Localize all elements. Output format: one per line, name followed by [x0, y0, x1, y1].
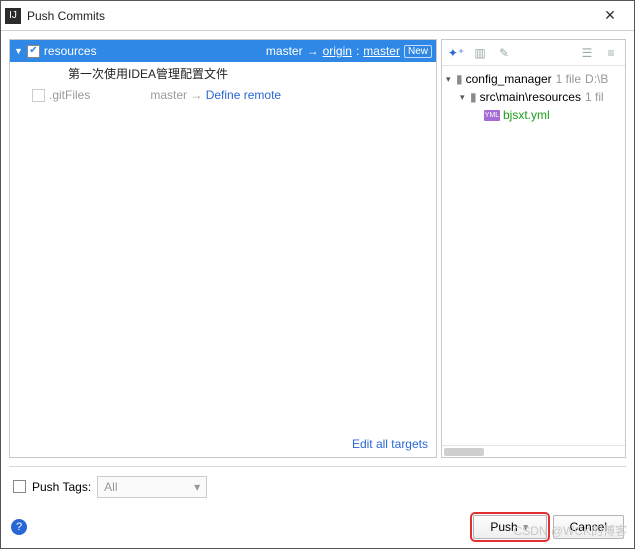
content-area: ▼ resources master → origin : master New… [1, 31, 634, 458]
commit-row[interactable]: 第一次使用IDEA管理配置文件 [10, 62, 436, 84]
commits-panel: ▼ resources master → origin : master New… [9, 39, 437, 458]
chevron-down-icon[interactable]: ▼ [14, 46, 23, 56]
remote-name[interactable]: origin [323, 44, 352, 58]
push-button-label: Push [490, 520, 517, 534]
files-panel: ✦⁺ ▥ ✎ ☰ ≡ ▾ ▮ config_manager 1 file D:\… [441, 39, 626, 458]
node-path: D:\B [585, 72, 608, 86]
collapse-icon[interactable]: ≡ [603, 45, 619, 61]
repo-checkbox[interactable] [32, 89, 45, 102]
remote-branch[interactable]: master [363, 44, 400, 58]
commit-message: 第一次使用IDEA管理配置文件 [68, 65, 228, 82]
commit-icon[interactable]: ✦⁺ [448, 45, 464, 61]
node-meta: 1 fil [585, 90, 604, 104]
edit-all-targets-link[interactable]: Edit all targets [10, 431, 436, 457]
dropdown-value: All [104, 480, 117, 494]
horizontal-scrollbar[interactable] [442, 445, 625, 457]
chevron-down-icon[interactable]: ▼ [522, 523, 530, 532]
repo-checkbox[interactable] [27, 45, 40, 58]
chevron-down-icon: ▾ [194, 480, 200, 494]
new-badge: New [404, 45, 432, 58]
push-tags-label: Push Tags: [32, 480, 91, 494]
node-label: config_manager [466, 72, 552, 86]
folder-icon: ▮ [456, 72, 463, 86]
window-title: Push Commits [27, 9, 590, 23]
file-name: bjsxt.yml [503, 108, 550, 122]
node-meta: 1 file [556, 72, 581, 86]
files-toolbar: ✦⁺ ▥ ✎ ☰ ≡ [442, 40, 625, 66]
edit-icon[interactable]: ✎ [496, 45, 512, 61]
push-button[interactable]: Push ▼ [473, 515, 546, 539]
local-branch: master [266, 44, 303, 58]
push-tags-checkbox[interactable] [13, 480, 26, 493]
chevron-down-icon[interactable]: ▾ [460, 92, 470, 103]
push-tags-dropdown[interactable]: All ▾ [97, 476, 207, 498]
node-label: src\main\resources [480, 90, 581, 104]
repo-name: resources [44, 44, 97, 58]
cancel-button[interactable]: Cancel [553, 515, 624, 539]
group-icon[interactable]: ▥ [472, 45, 488, 61]
button-bar: ? Push ▼ Cancel [1, 506, 634, 548]
help-icon[interactable]: ? [11, 519, 27, 535]
tree-node-project[interactable]: ▾ ▮ config_manager 1 file D:\B [446, 70, 625, 88]
arrow-icon: → [190, 88, 202, 102]
app-logo-icon: IJ [5, 8, 21, 24]
title-bar: IJ Push Commits ✕ [1, 1, 634, 31]
cancel-button-label: Cancel [570, 520, 607, 534]
tree-node-file[interactable]: YML bjsxt.yml [446, 106, 625, 124]
repo-name: .gitFiles [49, 88, 90, 102]
repo-row-resources[interactable]: ▼ resources master → origin : master New [10, 40, 436, 62]
close-icon[interactable]: ✕ [590, 7, 630, 24]
yml-file-icon: YML [484, 110, 500, 121]
tree-node-folder[interactable]: ▾ ▮ src\main\resources 1 fil [446, 88, 625, 106]
scrollbar-thumb[interactable] [444, 448, 484, 456]
arrow-icon: → [307, 44, 319, 58]
chevron-down-icon[interactable]: ▾ [446, 74, 456, 85]
repo-row-gitfiles[interactable]: .gitFiles master → Define remote [10, 84, 436, 106]
local-branch: master [150, 88, 187, 102]
options-bar: Push Tags: All ▾ [9, 466, 626, 506]
expand-icon[interactable]: ☰ [579, 45, 595, 61]
file-tree: ▾ ▮ config_manager 1 file D:\B ▾ ▮ src\m… [442, 66, 625, 128]
define-remote-link[interactable]: Define remote [206, 88, 281, 102]
folder-icon: ▮ [470, 90, 477, 104]
